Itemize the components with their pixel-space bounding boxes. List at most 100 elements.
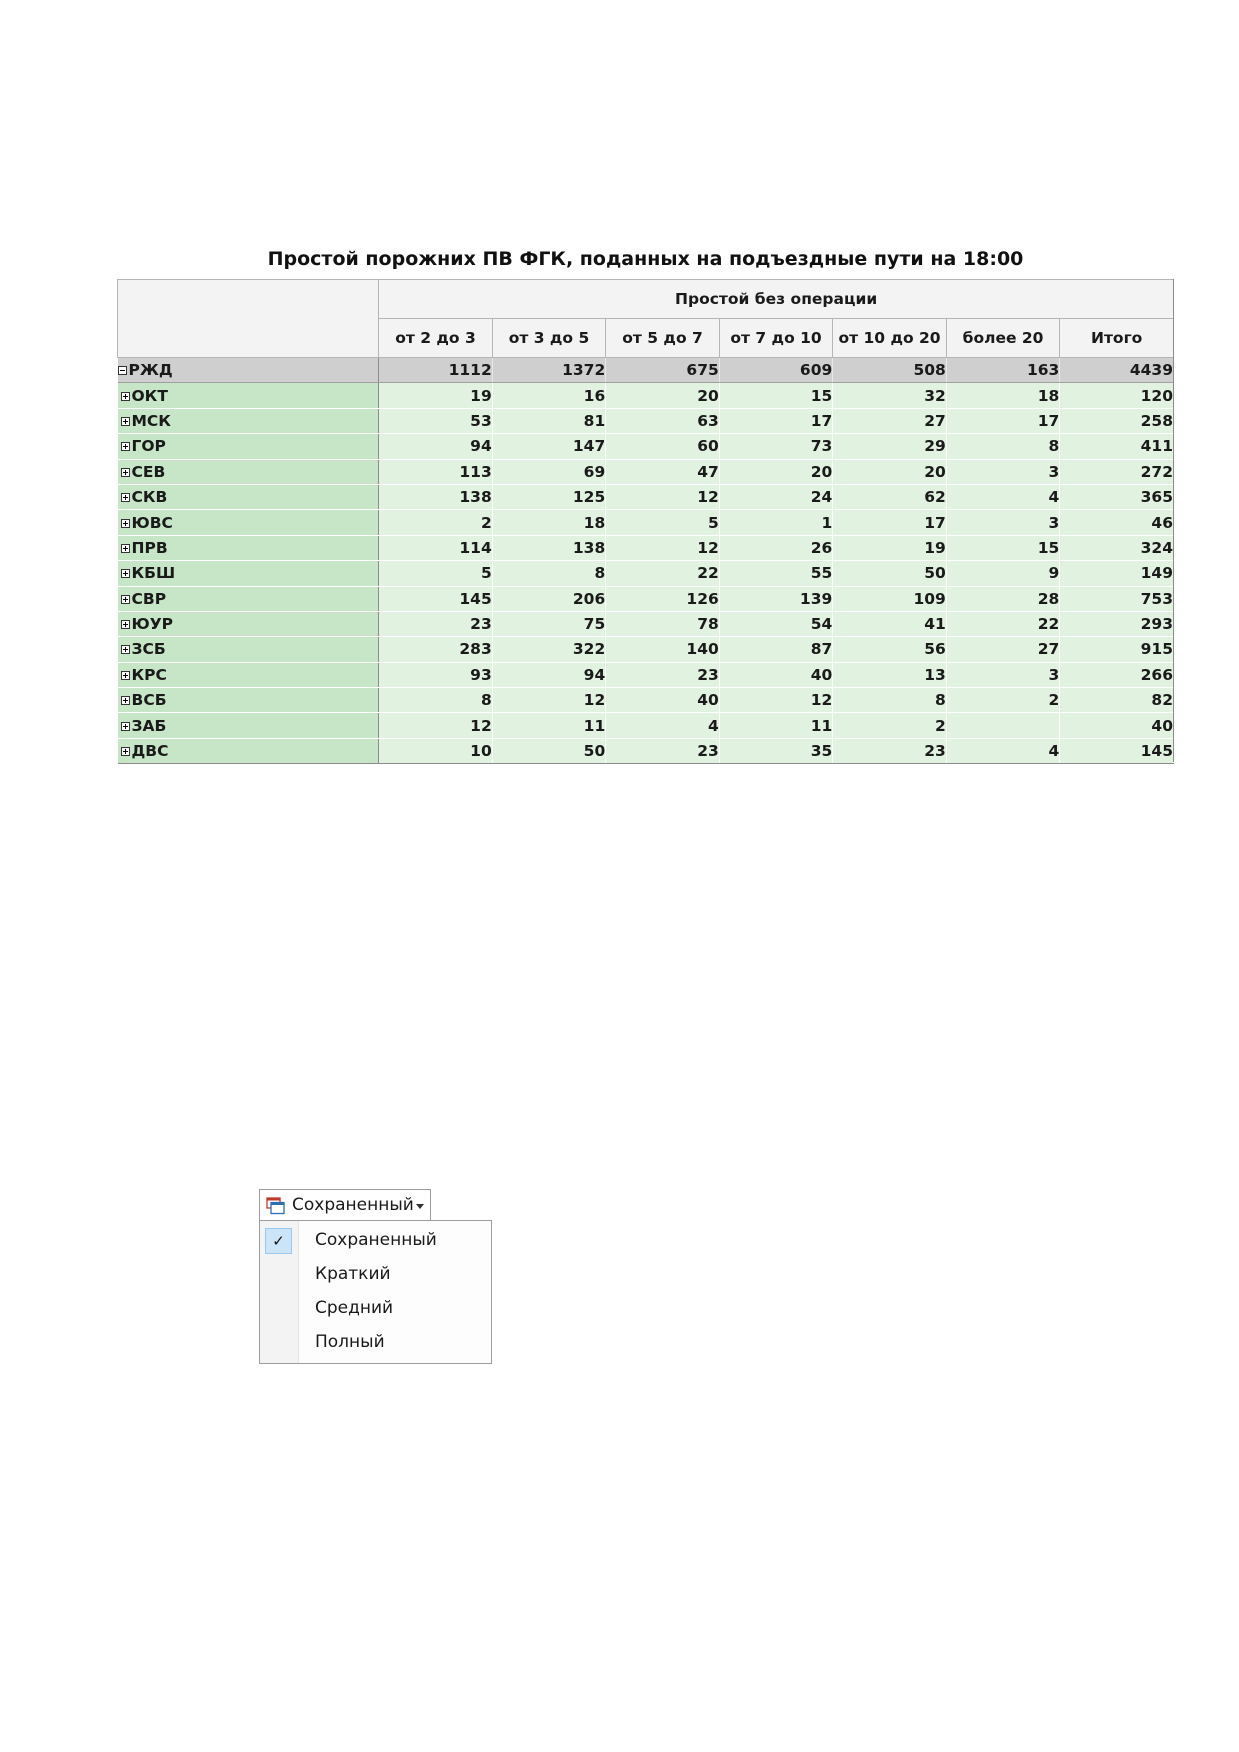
- table-cell: 41: [832, 611, 947, 638]
- expand-icon[interactable]: [120, 696, 130, 706]
- layout-icon: [266, 1197, 285, 1215]
- table-row: ЗАБ 12 11 4 11 2 40: [117, 712, 1174, 739]
- row-label-text: СКВ: [131, 488, 168, 507]
- menu-item-label: Средний: [315, 1298, 394, 1318]
- expand-icon[interactable]: [120, 721, 130, 731]
- row-label: ГОР: [117, 433, 380, 460]
- table-cell: 94: [378, 433, 493, 460]
- expand-icon[interactable]: [120, 391, 130, 401]
- report-title: Простой порожних ПВ ФГК, поданных на под…: [267, 248, 1024, 270]
- table-cell: 46: [1059, 509, 1174, 536]
- table-cell: 40: [1059, 712, 1174, 739]
- table-cell: 73: [719, 433, 834, 460]
- collapse-icon[interactable]: [117, 366, 127, 376]
- table-cell: 126: [605, 586, 720, 612]
- row-label-text: ДВС: [131, 742, 169, 761]
- row-label: РЖД: [117, 357, 380, 384]
- table-cell: 19: [378, 382, 493, 409]
- table-cell: 411: [1059, 433, 1174, 460]
- expand-icon[interactable]: [120, 416, 130, 426]
- table-cell: 145: [378, 586, 493, 612]
- table-row: СВР 145 206 126 139 109 28 753: [117, 586, 1174, 612]
- table-cell: 78: [605, 611, 720, 638]
- expand-icon[interactable]: [120, 518, 130, 528]
- row-label: КБШ: [117, 560, 380, 587]
- table-cell: 2: [378, 509, 493, 536]
- column-header: от 7 до 10: [718, 318, 834, 358]
- table-cell: 18: [492, 509, 607, 536]
- menu-item-label: Полный: [315, 1332, 385, 1352]
- table-cell: 27: [832, 408, 947, 435]
- table-cell: 29: [832, 433, 947, 460]
- table-cell: 753: [1059, 586, 1174, 612]
- check-icon: ✓: [265, 1228, 292, 1254]
- expand-icon[interactable]: [120, 442, 130, 452]
- table-cell: 15: [719, 382, 834, 409]
- table-cell: 15: [946, 535, 1061, 562]
- row-label-text: ЮВС: [131, 513, 173, 532]
- row-label: СКВ: [117, 484, 380, 511]
- row-label-text: ЗАБ: [131, 716, 167, 735]
- table-cell: 17: [946, 408, 1061, 435]
- menu-item-saved[interactable]: ✓ Сохраненный: [260, 1224, 491, 1256]
- row-label-text: СЕВ: [131, 462, 166, 481]
- table-cell: 23: [378, 611, 493, 638]
- expand-icon[interactable]: [120, 620, 130, 630]
- layout-dropdown-button[interactable]: Сохраненный: [259, 1189, 431, 1221]
- expand-icon[interactable]: [120, 645, 130, 655]
- table-cell: 163: [946, 357, 1061, 384]
- expand-icon[interactable]: [120, 543, 130, 553]
- table-cell: 609: [719, 357, 834, 384]
- layout-menu: ✓ Сохраненный Краткий Средний Полный: [259, 1220, 492, 1364]
- row-label-text: ПРВ: [131, 538, 168, 557]
- table-row: ВСБ 8 12 40 12 8 2 82: [117, 687, 1174, 714]
- corner-cell: [116, 279, 380, 358]
- table-cell: 283: [378, 636, 493, 663]
- table-cell: 8: [492, 560, 607, 587]
- table-cell: 20: [832, 459, 947, 485]
- table-cell: 69: [492, 459, 607, 485]
- column-header: Итого: [1059, 318, 1174, 358]
- table-cell: 915: [1059, 636, 1174, 663]
- expand-icon[interactable]: [120, 493, 130, 503]
- table-cell: 94: [492, 662, 607, 689]
- table-cell: 28: [946, 586, 1061, 612]
- table-cell: 50: [832, 560, 947, 587]
- table-row: ЗСБ 283 322 140 87 56 27 915: [117, 636, 1174, 663]
- menu-item-full[interactable]: Полный: [260, 1326, 491, 1358]
- table-cell: 62: [832, 484, 947, 511]
- expand-icon[interactable]: [120, 670, 130, 680]
- menu-item-medium[interactable]: Средний: [260, 1292, 491, 1324]
- table-cell: 17: [719, 408, 834, 435]
- table-cell: 258: [1059, 408, 1174, 435]
- table-row: КБШ 5 8 22 55 50 9 149: [117, 560, 1174, 587]
- table-cell: 140: [605, 636, 720, 663]
- table-cell: 63: [605, 408, 720, 435]
- table-cell: 114: [378, 535, 493, 562]
- row-label-text: ЗСБ: [131, 640, 166, 659]
- table-cell: 10: [378, 738, 493, 765]
- table-cell: 82: [1059, 687, 1174, 714]
- table-cell: 365: [1059, 484, 1174, 511]
- expand-icon[interactable]: [120, 569, 130, 579]
- column-header: от 10 до 20: [832, 318, 947, 358]
- table-cell: 24: [719, 484, 834, 511]
- table-cell: 53: [378, 408, 493, 435]
- row-label: ЮУР: [117, 611, 380, 638]
- expand-icon[interactable]: [120, 594, 130, 604]
- table-cell: 50: [492, 738, 607, 765]
- table-cell: 293: [1059, 611, 1174, 638]
- table-cell: 11: [492, 712, 607, 739]
- table-cell: 8: [832, 687, 947, 714]
- table-cell: 4439: [1059, 357, 1174, 384]
- row-label: ВСБ: [117, 687, 380, 714]
- table-cell: 56: [832, 636, 947, 663]
- menu-item-short[interactable]: Краткий: [260, 1258, 491, 1290]
- expand-icon[interactable]: [120, 747, 130, 757]
- table-cell: 23: [832, 738, 947, 765]
- table-row: МСК 53 81 63 17 27 17 258: [117, 408, 1174, 435]
- total-row: РЖД 1112 1372 675 609 508 163 4439: [117, 357, 1174, 384]
- table-cell: 113: [378, 459, 493, 485]
- table-cell: 23: [605, 662, 720, 689]
- expand-icon[interactable]: [120, 467, 130, 477]
